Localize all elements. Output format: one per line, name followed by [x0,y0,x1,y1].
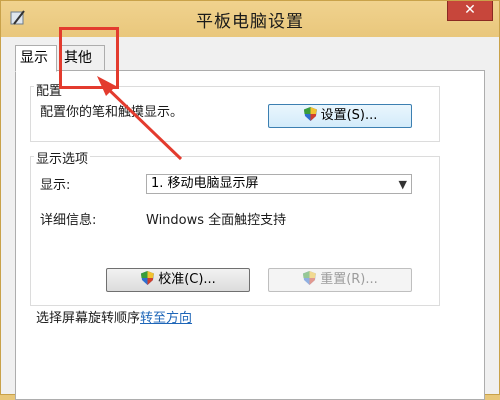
rotation-link[interactable]: 转至方向 [140,311,192,326]
config-group-label: 配置 [34,80,65,99]
details-value: Windows 全面触控支持 [146,213,287,228]
setup-button-label: 设置(S)... [320,108,378,123]
uac-shield-icon [302,270,317,286]
details-label: 详细信息: [40,213,97,228]
rotation-row: 选择屏幕旋转顺序转至方向 [36,307,192,326]
setup-button[interactable]: 设置(S)... [268,104,412,128]
calibrate-button[interactable]: 校准(C)... [106,268,250,292]
display-label: 显示: [40,178,71,193]
reset-button-label: 重置(R)... [320,272,378,287]
tablet-pc-settings-window: 平板电脑设置 ✕ 显示 其他 配置 配置你的笔和触摸显示。 设置(S)... 显… [0,0,500,400]
reset-button[interactable]: 重置(R)... [268,268,412,292]
config-description: 配置你的笔和触摸显示。 [40,105,184,120]
close-button[interactable]: ✕ [447,1,493,21]
display-select-value: 1. 移动电脑显示屏 [151,176,259,191]
window-title: 平板电脑设置 [196,12,304,32]
display-options-group-label: 显示选项 [34,148,91,167]
tab-display[interactable]: 显示 [15,45,57,72]
rotation-text: 选择屏幕旋转顺序 [36,311,141,326]
uac-shield-icon [303,106,318,122]
uac-shield-icon [140,270,155,286]
tab-other[interactable]: 其他 [59,45,105,71]
tab-panel-display: 配置 配置你的笔和触摸显示。 设置(S)... 显示选项 显示: 1. 移动电脑… [15,70,485,400]
chevron-down-icon: ▼ [398,178,407,191]
calibrate-button-label: 校准(C)... [158,272,216,287]
title-bar[interactable]: 平板电脑设置 ✕ [1,1,499,37]
display-select[interactable]: 1. 移动电脑显示屏 ▼ [146,174,412,194]
